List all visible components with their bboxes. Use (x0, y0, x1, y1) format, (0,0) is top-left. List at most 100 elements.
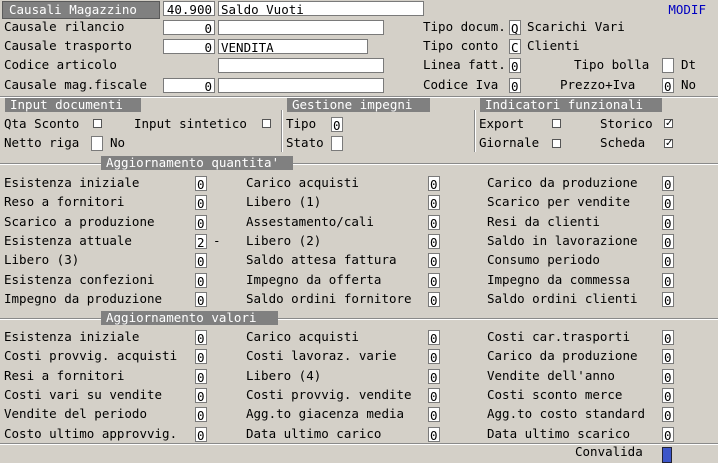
saldo-ordini-clienti-field[interactable]: 0 (662, 291, 674, 307)
scarico-per-vendite-field[interactable]: 0 (662, 195, 674, 211)
vendite-dell-anno-label: Vendite dell'anno (487, 367, 615, 383)
causale-fiscale-field[interactable]: 0 (163, 78, 215, 93)
impegno-da-offerta-field[interactable]: 0 (428, 272, 440, 288)
causale-fiscale-label: Causale mag.fiscale (4, 77, 147, 92)
impegno-da-commessa-label: Impegno da commessa (487, 271, 630, 287)
storico-checkbox[interactable]: ✓ (664, 119, 673, 129)
carico-da-produzione-label: Carico da produzione (487, 175, 638, 190)
scheda-checkbox[interactable]: ✓ (664, 139, 673, 149)
esistenza-attuale-field[interactable]: 2 (195, 233, 207, 249)
libero-2-field[interactable]: 0 (428, 233, 440, 249)
data-ultimo-carico-label: Data ultimo carico (246, 425, 382, 441)
data-ultimo-scarico-field[interactable]: 0 (662, 426, 674, 442)
causale-rilancio-field[interactable]: 0 (163, 20, 215, 35)
libero-4-label: Libero (4) (246, 367, 322, 383)
carico-da-produzione-label: Carico da produzione (487, 348, 638, 364)
consumo-periodo-field[interactable]: 0 (662, 253, 674, 269)
qta-sconto-checkbox[interactable] (93, 119, 102, 128)
input-sintetico-checkbox[interactable] (262, 119, 271, 128)
resi-a-fornitori-field[interactable]: 0 (195, 368, 207, 384)
giornale-label: Giornale (479, 135, 540, 150)
costi-vari-su-vendite-field[interactable]: 0 (195, 387, 207, 403)
tipo-conto-desc: Clienti (527, 38, 580, 53)
codice-iva-label: Codice Iva (423, 77, 499, 92)
saldo-ordini-fornitore-field[interactable]: 0 (428, 291, 440, 307)
giornale-checkbox[interactable] (552, 139, 561, 148)
linea-fatt-field[interactable]: 0 (509, 58, 521, 73)
convalida-button[interactable] (662, 447, 672, 463)
costi-lavoraz-varie-field[interactable]: 0 (428, 349, 440, 365)
codice-articolo-field[interactable] (218, 58, 384, 73)
tipo-impegno-label: Tipo (286, 116, 317, 131)
costi-sconto-merce-field[interactable]: 0 (662, 387, 674, 403)
netto-riga-field[interactable] (91, 136, 103, 151)
vendite-del-periodo-field[interactable]: 0 (195, 407, 207, 423)
costo-ultimo-approvvig-label: Costo ultimo approvvig. (4, 425, 178, 441)
agg-to-giacenza-media-field[interactable]: 0 (428, 407, 440, 423)
prezzo-iva-field[interactable]: 0 (662, 78, 674, 93)
costi-provvig-acquisti-label: Costi provvig. acquisti (4, 348, 178, 364)
data-ultimo-carico-field[interactable]: 0 (428, 426, 440, 442)
saldo-ordini-clienti-label: Saldo ordini clienti (487, 290, 638, 306)
causale-trasporto-field[interactable]: 0 (163, 39, 215, 54)
libero-4-field[interactable]: 0 (428, 368, 440, 384)
libero-1-field[interactable]: 0 (428, 195, 440, 211)
codice-iva-field[interactable]: 0 (509, 78, 521, 93)
gestione-impegni-header: Gestione impegni (287, 98, 430, 112)
saldo-ordini-fornitore-label: Saldo ordini fornitore (246, 290, 412, 306)
carico-da-produzione-field[interactable]: 0 (662, 349, 674, 365)
causale-trasporto-desc[interactable]: VENDITA (218, 39, 368, 54)
data-ultimo-scarico-label: Data ultimo scarico (487, 425, 630, 441)
carico-acquisti-field[interactable]: 0 (428, 330, 440, 345)
esistenza-iniziale-field[interactable]: 0 (195, 330, 207, 345)
causale-code-field[interactable]: 40.900 (163, 1, 215, 16)
scarico-a-produzione-field[interactable]: 0 (195, 214, 207, 230)
prezzo-iva-suffix: No (681, 77, 697, 92)
costo-ultimo-approvvig-field[interactable]: 0 (195, 426, 207, 442)
esistenza-iniziale-label: Esistenza iniziale (4, 329, 140, 344)
resi-da-clienti-field[interactable]: 0 (662, 214, 674, 230)
causale-description-field[interactable]: Saldo Vuoti (218, 1, 424, 16)
causale-rilancio-desc[interactable] (218, 20, 384, 35)
costi-lavoraz-varie-label: Costi lavoraz. varie (246, 348, 397, 364)
tipo-bolla-field[interactable] (662, 58, 674, 73)
causale-trasporto-label: Causale trasporto (4, 38, 132, 53)
stato-impegno-field[interactable] (331, 136, 343, 151)
mode-indicator: MODIF (668, 2, 706, 17)
saldo-in-lavorazione-field[interactable]: 0 (662, 233, 674, 249)
netto-riga-label: Netto riga (4, 135, 80, 150)
vendite-dell-anno-field[interactable]: 0 (662, 368, 674, 384)
causale-rilancio-label: Causale rilancio (4, 19, 125, 34)
saldo-attesa-fattura-label: Saldo attesa fattura (246, 252, 397, 268)
impegno-da-commessa-field[interactable]: 0 (662, 272, 674, 288)
libero-3-field[interactable]: 0 (195, 253, 207, 269)
tipo-docum-field[interactable]: Q (509, 20, 521, 35)
window-title: Causali Magazzino (2, 1, 160, 19)
saldo-attesa-fattura-field[interactable]: 0 (428, 253, 440, 269)
costi-provvig-vendite-field[interactable]: 0 (428, 387, 440, 403)
impegno-da-produzione-field[interactable]: 0 (195, 291, 207, 307)
storico-label: Storico (600, 116, 653, 131)
resi-a-fornitori-label: Resi a fornitori (4, 367, 125, 383)
scarico-per-vendite-label: Scarico per vendite (487, 194, 630, 210)
costi-car-trasporti-field[interactable]: 0 (662, 330, 674, 345)
tipo-bolla-suffix: Dt (681, 57, 697, 72)
carico-acquisti-field[interactable]: 0 (428, 176, 440, 191)
causale-fiscale-desc[interactable] (218, 78, 384, 93)
assestamento-cali-label: Assestamento/cali (246, 213, 374, 229)
costi-car-trasporti-label: Costi car.trasporti (487, 329, 630, 344)
esistenza-confezioni-field[interactable]: 0 (195, 272, 207, 288)
export-label: Export (479, 116, 525, 131)
export-checkbox[interactable] (552, 119, 561, 128)
carico-da-produzione-field[interactable]: 0 (662, 176, 674, 191)
libero-2-label: Libero (2) (246, 232, 322, 248)
costi-provvig-acquisti-field[interactable]: 0 (195, 349, 207, 365)
assestamento-cali-field[interactable]: 0 (428, 214, 440, 230)
reso-a-fornitori-field[interactable]: 0 (195, 195, 207, 211)
tipo-impegno-field[interactable]: 0 (331, 117, 343, 132)
tipo-conto-field[interactable]: C (509, 39, 521, 54)
separator (281, 110, 283, 152)
esistenza-iniziale-field[interactable]: 0 (195, 176, 207, 191)
agg-to-costo-standard-field[interactable]: 0 (662, 407, 674, 423)
netto-riga-suffix: No (110, 135, 126, 150)
